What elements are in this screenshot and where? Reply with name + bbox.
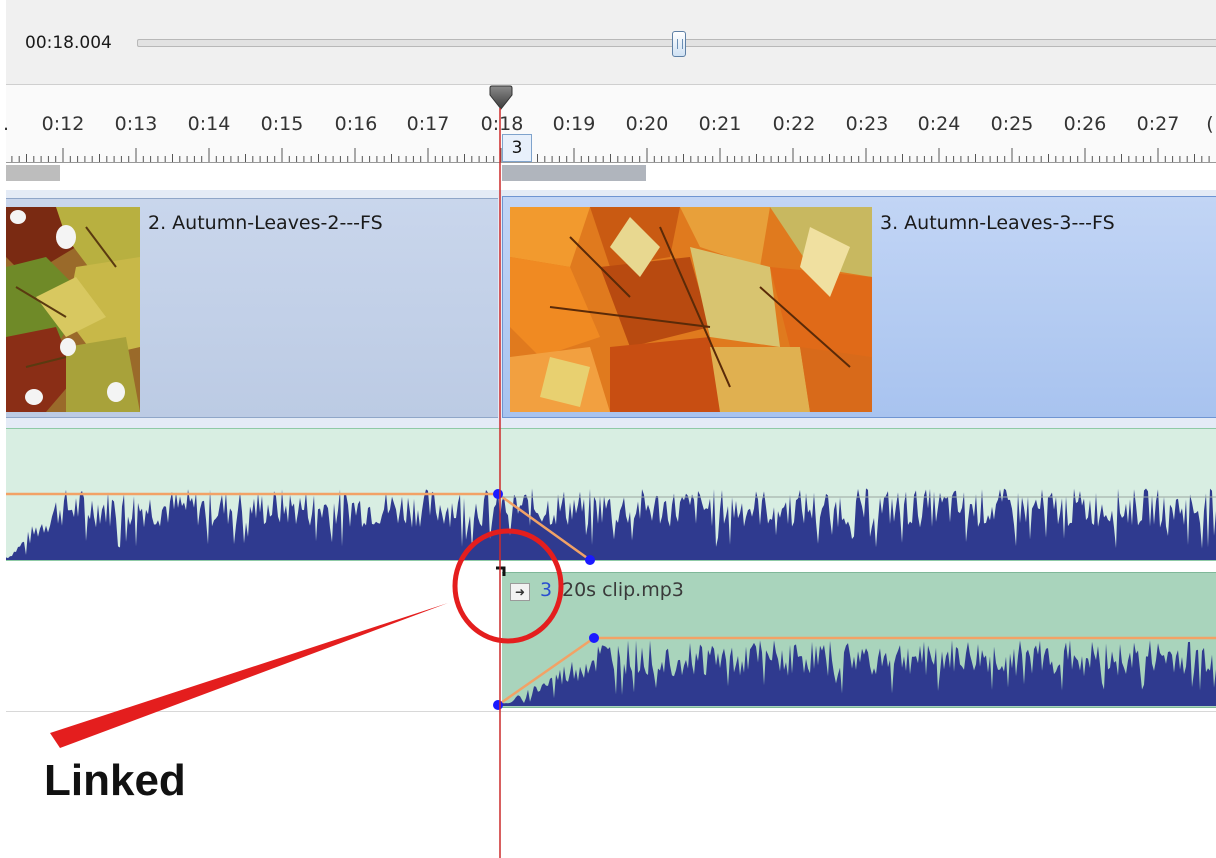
tick-label: 0:15: [260, 113, 304, 135]
video-clip-title: 3. Autumn-Leaves-3---FS: [880, 212, 1115, 234]
video-clip-title: 2. Autumn-Leaves-2---FS: [148, 212, 383, 234]
tick-label: 0:19: [552, 113, 596, 135]
annotation-pointer: [50, 603, 448, 748]
tick-label: 0:16: [334, 113, 378, 135]
tick-label: 0:24: [917, 113, 961, 135]
tick-label: 0:17: [406, 113, 450, 135]
tick-label: 0:22: [772, 113, 816, 135]
scrub-slider-thumb[interactable]: [672, 31, 686, 57]
selection-range[interactable]: [6, 165, 60, 181]
annotation-label: Linked: [44, 756, 186, 805]
tick-label: (: [1206, 113, 1214, 135]
audio-clip-main[interactable]: [6, 428, 1216, 561]
tick-label: 0:26: [1063, 113, 1107, 135]
selection-range[interactable]: [502, 165, 646, 181]
tick-label: 0:20: [625, 113, 669, 135]
clip-thumbnail-image: [510, 207, 872, 412]
audio-clip-name: 20s clip.mp3: [562, 579, 684, 601]
current-time-readout: 00:18.004: [25, 33, 112, 53]
audio-clip-number: 3: [540, 579, 553, 601]
tick-label: 0:14: [187, 113, 231, 135]
tick-label: 0:23: [845, 113, 889, 135]
timeline-marker[interactable]: 3: [502, 134, 532, 162]
clip-thumbnail-image: [6, 207, 140, 412]
playhead-handle-icon[interactable]: [487, 85, 515, 111]
tick-label: 0:21: [698, 113, 742, 135]
tick-label: 0:27: [1136, 113, 1180, 135]
link-arrow-icon: ➜: [510, 583, 530, 601]
tick-label: 0:12: [41, 113, 85, 135]
tick-label: .: [2, 113, 10, 135]
track-divider: [6, 711, 1216, 712]
ruler-ticks: [11, 148, 1210, 162]
tick-label: 0:13: [114, 113, 158, 135]
tick-label: 0:18: [480, 113, 524, 135]
tick-label: 0:25: [990, 113, 1034, 135]
